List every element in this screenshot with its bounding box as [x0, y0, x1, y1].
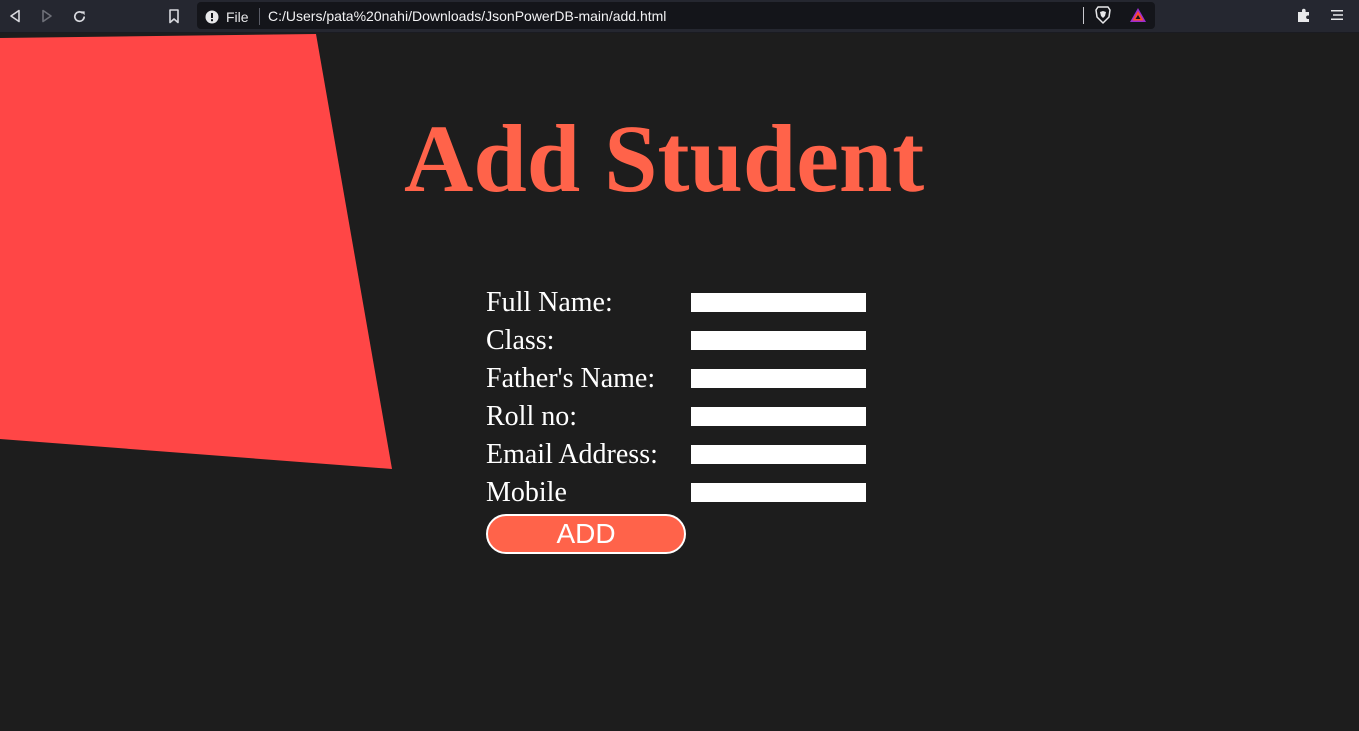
back-icon — [10, 9, 20, 23]
reload-button[interactable] — [69, 6, 89, 26]
brave-rewards-button[interactable] — [1129, 7, 1147, 27]
fathers-name-input[interactable] — [691, 369, 866, 388]
mobile-label: Mobile — [486, 477, 567, 508]
class-label: Class: — [486, 325, 555, 356]
page-title: Add Student — [404, 105, 925, 212]
forward-button[interactable] — [37, 6, 57, 26]
site-info-divider — [258, 8, 260, 25]
full-name-input[interactable] — [691, 293, 866, 312]
add-button[interactable]: ADD — [486, 514, 686, 554]
email-input[interactable] — [691, 445, 866, 464]
decorative-shape — [0, 34, 392, 469]
brave-rewards-icon — [1130, 8, 1146, 22]
site-info-button[interactable]: File — [205, 8, 260, 25]
email-label: Email Address: — [486, 439, 658, 470]
address-divider — [1083, 7, 1084, 24]
mobile-input[interactable] — [691, 483, 866, 502]
browser-menu-button[interactable] — [1330, 7, 1344, 26]
back-button[interactable] — [5, 6, 25, 26]
full-name-label: Full Name: — [486, 287, 613, 318]
bookmark-icon — [169, 8, 179, 23]
page-content: Add Student Full Name: Class: Father's N… — [0, 34, 1359, 731]
class-input[interactable] — [691, 331, 866, 350]
extensions-icon — [1298, 8, 1309, 22]
brave-shields-button[interactable] — [1095, 6, 1111, 28]
roll-no-label: Roll no: — [486, 401, 578, 432]
reload-icon — [73, 10, 85, 22]
bookmark-button[interactable] — [164, 6, 184, 26]
menu-icon — [1331, 10, 1343, 20]
site-info-label: File — [226, 8, 249, 25]
info-icon — [205, 10, 219, 23]
roll-no-input[interactable] — [691, 407, 866, 426]
address-bar[interactable]: File C:/Users/pata%20nahi/Downloads/Json… — [197, 2, 1155, 29]
brave-shields-icon — [1095, 6, 1111, 24]
forward-icon — [42, 9, 52, 23]
url-text[interactable]: C:/Users/pata%20nahi/Downloads/JsonPower… — [268, 8, 666, 24]
fathers-name-label: Father's Name: — [486, 363, 656, 394]
browser-toolbar: File C:/Users/pata%20nahi/Downloads/Json… — [0, 0, 1359, 33]
extensions-button[interactable] — [1296, 7, 1312, 27]
